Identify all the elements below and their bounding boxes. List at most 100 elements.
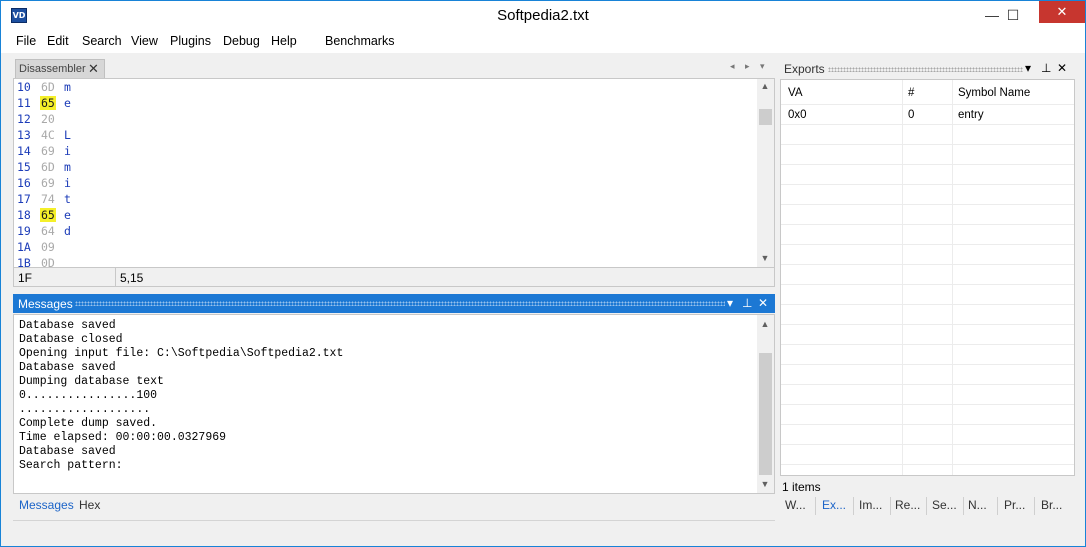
pin-icon[interactable]: ⊥ (1041, 61, 1051, 75)
tab-close-icon[interactable]: ✕ (88, 61, 99, 77)
menu-edit[interactable]: Edit (47, 34, 69, 48)
grip-dots (828, 67, 1023, 72)
grid-line (781, 424, 1074, 425)
exports-header[interactable]: Exports ▾ ⊥ ✕ (780, 60, 1075, 78)
hex-byte: 69 (41, 176, 55, 190)
menu-search[interactable]: Search (82, 34, 122, 48)
exports-status: 1 items (780, 477, 1075, 495)
tab-resources[interactable]: Re... (895, 498, 920, 512)
menu-view[interactable]: View (131, 34, 158, 48)
hex-char: m (64, 160, 71, 174)
tab-separator (815, 497, 816, 515)
menu-help[interactable]: Help (271, 34, 297, 48)
hex-byte: 09 (41, 240, 55, 254)
tab-pr[interactable]: Pr... (1004, 498, 1025, 512)
hex-byte: 65 (40, 208, 56, 222)
hex-address: 14 (17, 144, 31, 158)
hex-char: m (64, 80, 71, 94)
maximize-button[interactable]: ☐ (991, 1, 1035, 30)
message-line: Time elapsed: 00:00:00.0327969 (19, 431, 227, 444)
close-button[interactable]: ✕ (1039, 1, 1085, 23)
tab-exports[interactable]: Ex... (822, 498, 846, 512)
tab-disassembler-label: Disassembler (19, 63, 86, 75)
tab-separator (997, 497, 998, 515)
column-header-symbol-name[interactable]: Symbol Name (958, 87, 1030, 99)
exports-table[interactable]: VA # Symbol Name 0x0 0 entry (780, 79, 1075, 476)
grid-line (781, 384, 1074, 385)
menu-file[interactable]: File (16, 34, 36, 48)
hex-byte: 65 (40, 96, 56, 110)
tab-disassembler[interactable]: Disassembler ✕ (15, 59, 105, 78)
grid-line (781, 404, 1074, 405)
tab-w[interactable]: W... (785, 498, 806, 512)
menu-bar: File Edit Search View Plugins Debug Help… (1, 31, 1085, 53)
column-header-va[interactable]: VA (788, 87, 803, 99)
message-line: Database saved (19, 445, 116, 458)
tab-sections[interactable]: Se... (932, 498, 957, 512)
grip-dots (75, 301, 725, 306)
messages-scrollbar[interactable]: ▲ ▼ (757, 315, 774, 493)
grid-line (781, 464, 1074, 465)
hex-byte: 20 (41, 112, 55, 126)
column-header-index[interactable]: # (908, 87, 914, 99)
items-count: 1 items (782, 480, 821, 494)
hex-address: 12 (17, 112, 31, 126)
hex-char: e (64, 96, 71, 110)
messages-close-icon[interactable]: ✕ (758, 296, 768, 310)
hex-byte: 69 (41, 144, 55, 158)
grid-line (781, 284, 1074, 285)
hex-char: i (64, 176, 71, 190)
menu-benchmarks[interactable]: Benchmarks (325, 34, 394, 48)
grid-line (781, 264, 1074, 265)
message-line: ................... (19, 403, 151, 416)
scroll-up-icon[interactable]: ▲ (757, 319, 773, 329)
hex-byte: 64 (41, 224, 55, 238)
tab-separator (926, 497, 927, 515)
grid-line (781, 344, 1074, 345)
grid-line (781, 224, 1074, 225)
dropdown-icon[interactable]: ▾ (1025, 61, 1031, 75)
dropdown-icon[interactable]: ▾ (727, 296, 733, 310)
tab-br[interactable]: Br... (1041, 498, 1062, 512)
grid-line (781, 124, 1074, 125)
scroll-down-icon[interactable]: ▼ (757, 253, 773, 263)
hex-byte: 4C (41, 128, 55, 142)
app-window: VD Softpedia2.txt — ☐ ✕ File Edit Search… (0, 0, 1086, 547)
tab-hex[interactable]: Hex (79, 498, 100, 512)
hex-char: t (64, 192, 71, 206)
cell-index: 0 (908, 109, 915, 121)
tab-scroll-right-icon[interactable]: ▸ (745, 61, 750, 72)
scroll-up-icon[interactable]: ▲ (757, 81, 773, 91)
tab-list-dropdown-icon[interactable]: ▾ (760, 61, 765, 72)
hex-char: L (64, 128, 71, 142)
menu-debug[interactable]: Debug (223, 34, 260, 48)
grid-line (781, 244, 1074, 245)
disassembler-view[interactable]: 10 6D m 11 65 e 12 20 13 4C L 14 69 i 15 6D m 16 69 i 17 74 t 1… (13, 78, 775, 270)
grid-line (781, 204, 1074, 205)
messages-log[interactable]: Database saved Database closed Opening i… (13, 314, 775, 494)
message-line: Search pattern: (19, 459, 123, 472)
pin-icon[interactable]: ⊥ (742, 296, 752, 310)
tab-messages[interactable]: Messages (19, 498, 74, 512)
disassembler-tabstrip: Disassembler ✕ ◂ ▸ ▾ (13, 57, 775, 78)
disassembler-scrollbar[interactable]: ▲ ▼ (757, 79, 774, 267)
tab-scroll-left-icon[interactable]: ◂ (730, 61, 735, 72)
exports-close-icon[interactable]: ✕ (1057, 61, 1067, 75)
messages-header[interactable]: Messages ▾ ⊥ ✕ (13, 294, 775, 313)
status-offset: 1F (18, 271, 33, 285)
scroll-thumb[interactable] (759, 353, 772, 475)
message-line: Database closed (19, 333, 123, 346)
hex-byte: 6D (41, 80, 55, 94)
bottom-divider (13, 520, 775, 521)
grid-line (781, 164, 1074, 165)
scroll-thumb[interactable] (759, 109, 772, 125)
title-bar: VD Softpedia2.txt — ☐ ✕ (1, 1, 1085, 31)
tab-imports[interactable]: Im... (859, 498, 882, 512)
scroll-down-icon[interactable]: ▼ (757, 479, 773, 489)
message-line: Database saved (19, 319, 116, 332)
messages-title: Messages (18, 297, 73, 311)
tab-n[interactable]: N... (968, 498, 987, 512)
grid-line (781, 444, 1074, 445)
menu-plugins[interactable]: Plugins (170, 34, 211, 48)
hex-address: 16 (17, 176, 31, 190)
